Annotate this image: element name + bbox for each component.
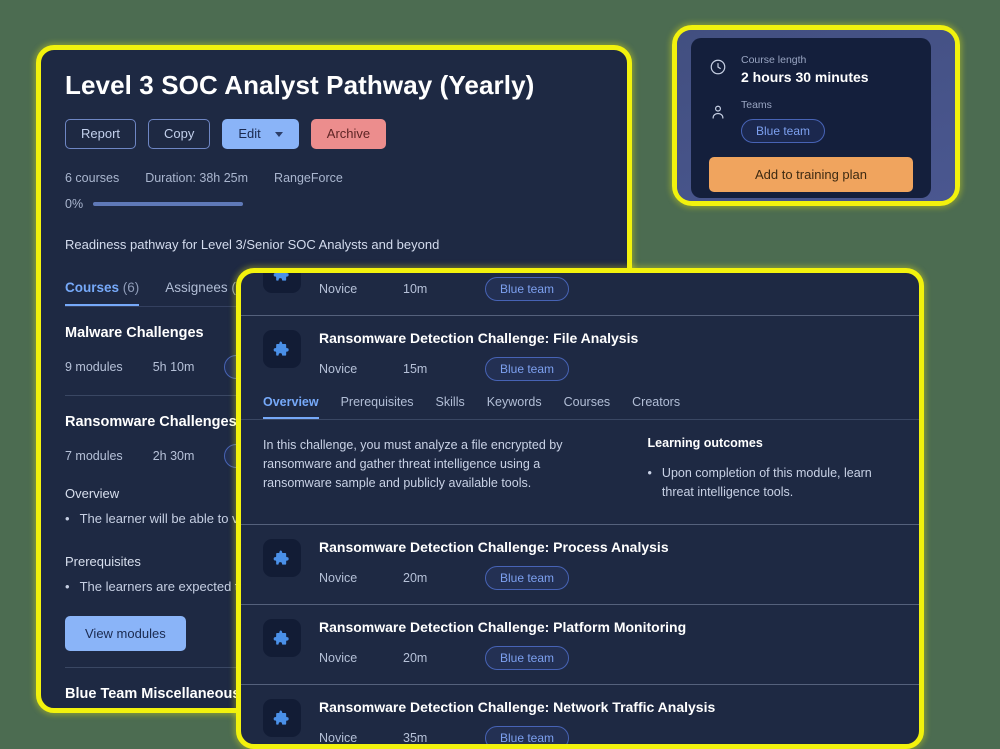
module-meta: Novice 20m Blue team (319, 645, 897, 670)
module-description: In this challenge, you must analyze a fi… (263, 438, 563, 490)
module-title: Ransomware Detection Challenge: Process … (319, 538, 669, 555)
module-level: Novice (319, 730, 358, 745)
page-title: Level 3 SOC Analyst Pathway (Yearly) (65, 70, 535, 100)
tab-courses-label: Courses (65, 280, 120, 296)
progress-bar (93, 202, 244, 207)
puzzle-piece-icon (273, 273, 289, 281)
tab-creators[interactable]: Creators (632, 385, 680, 419)
tab-courses-count: (6) (122, 280, 140, 296)
progress-label: 0% (65, 197, 84, 212)
list-item[interactable]: Ransomware Detection Challenge: Network … (241, 685, 919, 745)
module-meta: Novice 15m Blue team (319, 357, 897, 381)
module-icon-wrap (263, 698, 301, 737)
module-duration: 10m (403, 282, 428, 296)
tab-prerequisites[interactable]: Prerequisites (341, 385, 414, 419)
puzzle-piece-icon (273, 630, 289, 645)
course-length-label: Course length (741, 54, 807, 66)
course-length-row: Course length 2 hours 30 minutes (709, 54, 913, 85)
team-chip: Blue team (741, 119, 826, 143)
teams-row: Teams Blue team (709, 99, 913, 143)
pathway-meta: 6 courses Duration: 38h 25m RangeForce (65, 171, 603, 185)
course-length-value: 2 hours 30 minutes (741, 69, 869, 85)
learning-outcomes: Learning outcomes • Upon completion of t… (648, 436, 897, 502)
edit-button-label: Edit (238, 126, 261, 141)
team-chip: Blue team (485, 357, 570, 381)
module-duration: 15m (403, 362, 428, 376)
module-level: Novice (319, 650, 358, 665)
list-item[interactable]: Ransomware Detection Challenge: File Ana… (241, 316, 919, 385)
bullet-icon: • (65, 511, 70, 527)
module-title: Ransomware Detection Challenge: Network … (319, 698, 716, 715)
module-detail-body: In this challenge, you must analyze a fi… (241, 420, 919, 525)
view-modules-button[interactable]: View modules (65, 616, 186, 652)
module-title: Ransomware Detection Challenge: File Ana… (319, 330, 639, 346)
list-item[interactable]: Novice 10m Blue team (241, 273, 919, 316)
puzzle-piece-icon (273, 341, 289, 356)
list-item[interactable]: Ransomware Detection Challenge: Process … (241, 525, 919, 605)
module-level: Novice (319, 362, 358, 376)
progress-row: 0% (65, 197, 603, 211)
pathway-action-buttons: Report Copy Edit Archive (65, 119, 603, 150)
copy-button[interactable]: Copy (148, 119, 211, 150)
bullet-icon: • (647, 466, 652, 480)
module-level: Novice (319, 570, 358, 585)
tab-assignees-label: Assignees (165, 280, 228, 296)
team-chip: Blue team (485, 565, 570, 590)
team-chip: Blue team (485, 277, 570, 301)
total-duration: Duration: 38h 25m (145, 171, 249, 186)
module-title: Ransomware Detection Challenge: Platform… (319, 618, 687, 635)
add-to-training-plan-button[interactable]: Add to training plan (709, 157, 913, 192)
module-icon-wrap (263, 618, 301, 657)
module-duration: 20m (403, 570, 428, 585)
provider-name: RangeForce (274, 171, 343, 186)
modules-panel: Novice 10m Blue team Ransomware Detectio… (236, 268, 924, 749)
learning-outcomes-heading: Learning outcomes (647, 436, 763, 450)
pathway-description: Readiness pathway for Level 3/Senior SOC… (65, 237, 440, 253)
tab-skills[interactable]: Skills (436, 385, 465, 419)
puzzle-piece-icon (273, 550, 289, 565)
list-item[interactable]: Ransomware Detection Challenge: Platform… (241, 605, 919, 685)
clock-icon (710, 59, 726, 75)
module-icon-wrap (263, 273, 301, 293)
bullet-icon: • (65, 579, 70, 595)
team-chip: Blue team (485, 645, 570, 670)
screen: Level 3 SOC Analyst Pathway (Yearly) Rep… (0, 0, 1000, 749)
tab-courses[interactable]: Courses (564, 385, 611, 419)
module-icon-wrap (263, 538, 301, 577)
edit-button[interactable]: Edit (222, 119, 299, 150)
module-meta: Novice 10m Blue team (319, 277, 897, 301)
course-duration: 5h 10m (152, 360, 195, 375)
module-detail-tabs: Overview Prerequisites Skills Keywords C… (241, 385, 919, 420)
report-button[interactable]: Report (65, 119, 137, 150)
course-modules: 9 modules (65, 360, 123, 375)
tab-overview[interactable]: Overview (263, 385, 319, 419)
chevron-down-icon (274, 131, 283, 137)
person-icon (712, 105, 724, 119)
course-duration: 2h 30m (152, 449, 195, 464)
tab-keywords[interactable]: Keywords (487, 385, 542, 419)
module-icon-wrap (263, 330, 301, 368)
module-duration: 20m (403, 650, 428, 665)
learning-outcome-item: • Upon completion of this module, learn … (648, 464, 897, 502)
course-modules: 7 modules (65, 449, 123, 464)
teams-label: Teams (741, 99, 772, 111)
module-meta: Novice 35m Blue team (319, 725, 897, 745)
team-chip: Blue team (485, 725, 570, 744)
module-level: Novice (319, 282, 358, 296)
learning-outcome-text: Upon completion of this module, learn th… (661, 466, 872, 499)
module-meta: Novice 20m Blue team (319, 565, 897, 590)
course-summary-card: Course length 2 hours 30 minutes Teams B… (672, 25, 960, 206)
archive-button[interactable]: Archive (310, 119, 387, 150)
tab-courses[interactable]: Courses (6) (65, 280, 140, 307)
puzzle-piece-icon (273, 710, 289, 725)
module-duration: 35m (403, 730, 428, 745)
card-content: Course length 2 hours 30 minutes Teams B… (691, 38, 931, 198)
course-count: 6 courses (65, 171, 120, 186)
